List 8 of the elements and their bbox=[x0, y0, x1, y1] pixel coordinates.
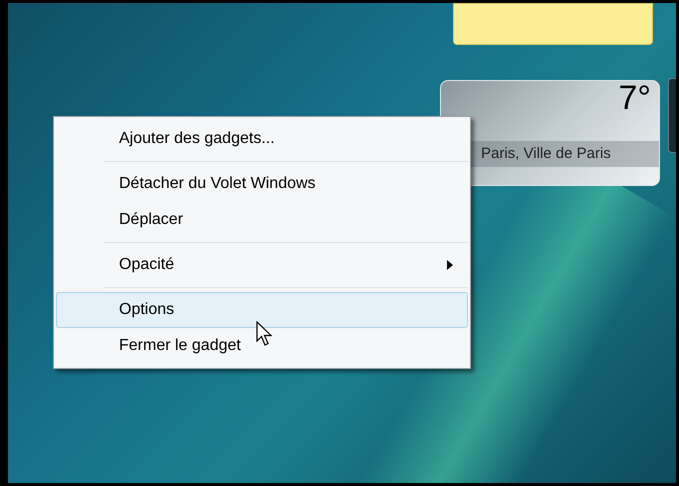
mouse-cursor-icon bbox=[256, 321, 274, 347]
temperature: 7° bbox=[618, 81, 652, 115]
submenu-arrow-icon bbox=[447, 260, 453, 270]
menu-item[interactable]: Opacité bbox=[56, 247, 468, 283]
menu-item[interactable]: Détacher du Volet Windows bbox=[56, 166, 468, 202]
menu-item[interactable]: Options bbox=[56, 292, 468, 328]
menu-item[interactable]: Déplacer bbox=[56, 202, 468, 238]
menu-item[interactable]: Fermer le gadget bbox=[56, 328, 468, 364]
